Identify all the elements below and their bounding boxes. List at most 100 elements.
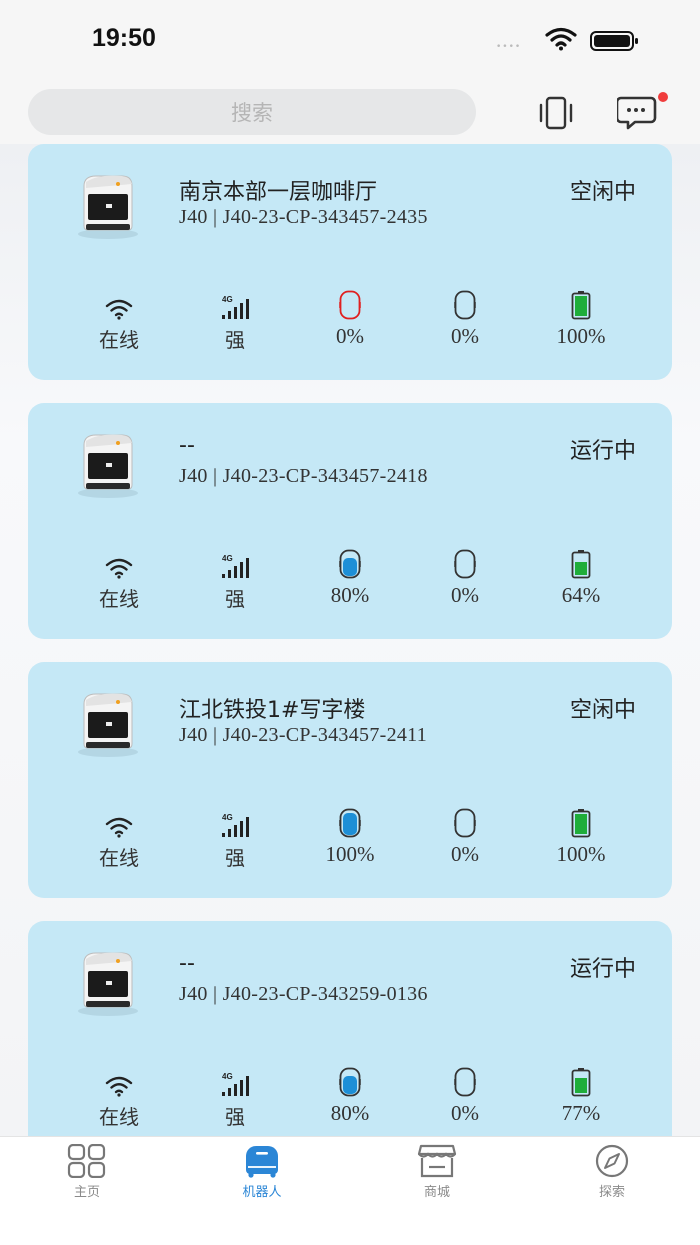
stat-connection: 在线 [69,547,169,612]
status-bar: 19:50 •••• [0,0,700,80]
connection-label: 在线 [99,1105,139,1129]
signal-label: 强 [225,1105,245,1129]
vibrate-icon[interactable] [536,96,576,130]
stat-connection: 在线 [69,806,169,871]
battery-label: 100% [556,324,606,348]
dirty-water-label: 0% [451,1101,479,1125]
cellular-4g-icon: 4G [222,813,249,837]
tab-robots-label: 机器人 [242,1185,282,1200]
clean-water-label: 0% [336,324,364,348]
search-input[interactable]: 搜索 [28,89,476,135]
message-icon[interactable] [617,92,673,132]
clean-water-tank-icon [339,1067,361,1097]
stat-tank-dirty: 0% [415,1065,515,1126]
compass-icon [595,1144,629,1178]
notification-dot [658,92,668,102]
robot-card[interactable]: -- J40 | J40-23-CP-343457-2418 运行中 在线 4G… [28,403,672,639]
robot-thumbnail-icon [78,952,138,1016]
connection-label: 在线 [99,846,139,870]
stat-signal: 4G 强 [185,547,285,612]
connection-label: 在线 [99,328,139,352]
stat-signal: 4G 强 [185,1065,285,1130]
cellular-signal-icon: •••• [496,42,522,52]
signal-badge: 4G [222,813,233,822]
stat-tank-clean: 100% [300,806,400,867]
cellular-4g-icon: 4G [222,1072,249,1096]
stat-battery: 100% [531,288,631,349]
cellular-4g-icon: 4G [222,295,249,319]
stat-tank-dirty: 0% [415,288,515,349]
robot-model: J40 | J40-23-CP-343457-2435 [179,206,428,228]
robot-thumbnail-icon [78,693,138,757]
robot-state: 空闲中 [569,698,636,723]
shop-icon [417,1144,457,1178]
battery-status-icon [590,31,638,51]
dirty-water-tank-icon [454,1067,476,1097]
stat-tank-clean: 80% [300,547,400,608]
robot-name: -- [179,951,195,976]
battery-label: 64% [561,583,601,607]
tab-explore[interactable]: 探索 [552,1143,672,1200]
dirty-water-label: 0% [451,842,479,866]
stat-tank-dirty: 0% [415,547,515,608]
battery-label: 100% [556,842,606,866]
robot-card[interactable]: 南京本部一层咖啡厅 J40 | J40-23-CP-343457-2435 空闲… [28,144,672,380]
stat-battery: 64% [531,547,631,608]
wifi-icon [105,1076,133,1097]
signal-badge: 4G [222,295,233,304]
robot-name: 南京本部一层咖啡厅 [179,180,378,205]
dirty-water-tank-icon [454,549,476,579]
wifi-icon [105,817,133,838]
battery-icon [571,291,591,320]
robot-name: 江北铁投1#写字楼 [179,698,366,723]
robot-card[interactable]: -- J40 | J40-23-CP-343259-0136 运行中 在线 4G… [28,921,672,1136]
signal-label: 强 [225,328,245,352]
stat-signal: 4G 强 [185,806,285,871]
clean-water-tank-icon [339,290,361,320]
grid-icon [67,1144,106,1178]
signal-label: 强 [225,587,245,611]
clean-water-tank-icon [339,549,361,579]
stat-tank-clean: 80% [300,1065,400,1126]
stat-signal: 4G 强 [185,288,285,353]
robot-state: 空闲中 [569,180,636,205]
battery-label: 77% [561,1101,601,1125]
robot-icon [246,1146,278,1178]
stat-connection: 在线 [69,1065,169,1130]
battery-icon [571,550,591,579]
clean-water-tank-icon [339,808,361,838]
dirty-water-tank-icon [454,808,476,838]
tab-shop-label: 商城 [423,1185,450,1200]
robot-card[interactable]: 江北铁投1#写字楼 J40 | J40-23-CP-343457-2411 空闲… [28,662,672,898]
clean-water-label: 100% [325,842,375,866]
bottom-tab-bar: 主页 机器人 商城 探索 [0,1136,700,1245]
tab-robots[interactable]: 机器人 [202,1143,322,1200]
search-placeholder: 搜索 [231,101,273,125]
signal-label: 强 [225,846,245,870]
robot-model: J40 | J40-23-CP-343259-0136 [179,983,428,1005]
dirty-water-label: 0% [451,583,479,607]
robot-state: 运行中 [569,439,636,464]
connection-label: 在线 [99,587,139,611]
tab-shop[interactable]: 商城 [377,1143,497,1200]
cellular-4g-icon: 4G [222,554,249,578]
stat-tank-clean: 0% [300,288,400,349]
clean-water-label: 80% [330,583,370,607]
robot-model: J40 | J40-23-CP-343457-2411 [179,724,428,746]
signal-badge: 4G [222,1072,233,1081]
dirty-water-label: 0% [451,324,479,348]
tab-home[interactable]: 主页 [27,1143,147,1200]
stat-battery: 77% [531,1065,631,1126]
robot-thumbnail-icon [78,434,138,498]
robot-model: J40 | J40-23-CP-343457-2418 [179,465,428,487]
wifi-icon [105,299,133,320]
stat-battery: 100% [531,806,631,867]
robot-name: -- [179,433,195,458]
robot-state: 运行中 [569,957,636,982]
signal-badge: 4G [222,554,233,563]
top-bar: 搜索 [0,80,700,144]
wifi-icon [105,558,133,579]
status-time: 19:50 [92,24,156,52]
dirty-water-tank-icon [454,290,476,320]
tab-explore-label: 探索 [598,1185,625,1200]
